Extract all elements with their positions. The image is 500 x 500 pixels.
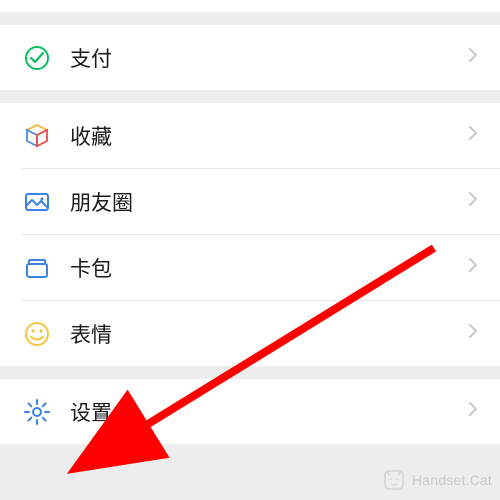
- menu-item-settings[interactable]: 设置: [0, 379, 500, 444]
- cat-icon: [382, 468, 406, 492]
- watermark: Handset.Cat: [382, 468, 492, 492]
- divider: [0, 168, 500, 169]
- gear-icon: [22, 397, 52, 427]
- pay-icon: [22, 43, 52, 73]
- chevron-right-icon: [468, 47, 478, 68]
- smile-icon: [22, 319, 52, 349]
- divider: [0, 300, 500, 301]
- header-stub: [0, 0, 500, 12]
- chevron-right-icon: [468, 191, 478, 212]
- menu-item-stickers[interactable]: 表情: [0, 301, 500, 366]
- chevron-right-icon: [468, 323, 478, 344]
- watermark-text: Handset.Cat: [412, 472, 492, 488]
- menu-group-1: 支付: [0, 25, 500, 90]
- section-gap: [0, 12, 500, 25]
- chevron-right-icon: [468, 257, 478, 278]
- chevron-right-icon: [468, 401, 478, 422]
- menu-item-cards[interactable]: 卡包: [0, 235, 500, 300]
- photo-icon: [22, 187, 52, 217]
- menu-item-label: 设置: [70, 397, 468, 427]
- menu-item-label: 表情: [70, 319, 468, 349]
- menu-item-label: 支付: [70, 43, 468, 73]
- section-gap: [0, 366, 500, 379]
- menu-item-moments[interactable]: 朋友圈: [0, 169, 500, 234]
- menu-item-label: 收藏: [70, 121, 468, 151]
- menu-item-label: 卡包: [70, 253, 468, 283]
- menu-group-2: 收藏 朋友圈 卡包: [0, 103, 500, 366]
- menu-item-pay[interactable]: 支付: [0, 25, 500, 90]
- menu-item-favorites[interactable]: 收藏: [0, 103, 500, 168]
- divider: [0, 234, 500, 235]
- wallet-icon: [22, 253, 52, 283]
- menu-item-label: 朋友圈: [70, 187, 468, 217]
- section-gap: [0, 90, 500, 103]
- chevron-right-icon: [468, 125, 478, 146]
- menu-group-3: 设置: [0, 379, 500, 444]
- cube-icon: [22, 121, 52, 151]
